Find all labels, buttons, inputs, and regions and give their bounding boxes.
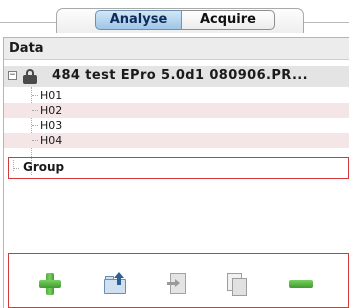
data-panel-header: Data bbox=[4, 38, 349, 60]
tree-item-label: H02 bbox=[40, 104, 63, 117]
lock-icon bbox=[23, 69, 37, 84]
data-header-label: Data bbox=[9, 41, 44, 56]
tree-branch bbox=[32, 110, 38, 111]
tree-item[interactable]: H03 bbox=[4, 118, 349, 133]
tree-item-label: H01 bbox=[40, 89, 63, 102]
tree-item-label: H04 bbox=[40, 134, 63, 147]
tab-analyse[interactable]: Analyse bbox=[95, 10, 182, 30]
group-label: Group bbox=[23, 160, 65, 174]
tree-item[interactable]: H01 bbox=[4, 88, 349, 103]
tree-branch bbox=[32, 140, 38, 141]
tree-item-label: H03 bbox=[40, 119, 63, 132]
collapse-toggle[interactable]: − bbox=[8, 71, 17, 80]
remove-icon[interactable] bbox=[288, 271, 314, 297]
tree-branch bbox=[32, 95, 38, 96]
file-name-label: 484 test EPro 5.0d1 080906.PR... bbox=[52, 68, 308, 83]
tree-toolbar bbox=[8, 254, 349, 308]
tree-item[interactable]: H04 bbox=[4, 133, 349, 148]
tab-acquire[interactable]: Acquire bbox=[181, 10, 275, 30]
tree-item[interactable]: H02 bbox=[4, 103, 349, 118]
tree-group-node[interactable]: Group bbox=[4, 159, 349, 178]
duplicate-icon[interactable] bbox=[224, 271, 250, 297]
import-document-icon[interactable] bbox=[165, 271, 191, 297]
add-icon[interactable] bbox=[37, 271, 63, 297]
tree-branch bbox=[32, 125, 38, 126]
tree-file-node[interactable]: − 484 test EPro 5.0d1 080906.PR... bbox=[4, 66, 349, 87]
export-folder-icon[interactable] bbox=[102, 271, 128, 297]
tree-branch bbox=[13, 168, 19, 169]
